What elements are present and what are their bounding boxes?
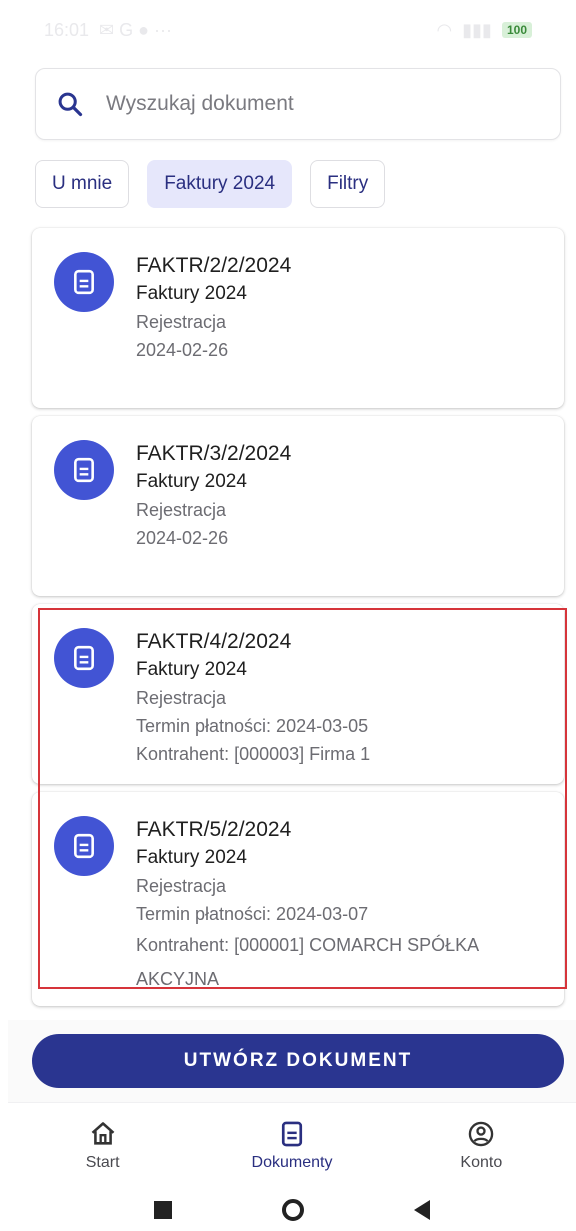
document-category: Faktury 2024 [136,659,247,680]
battery-icon: 100 [501,22,532,38]
nav-item-start[interactable]: Start [13,1120,193,1172]
document-icon [74,645,94,671]
document-avatar [54,628,114,688]
document-date: 2024-02-26 [136,528,229,548]
document-status: Rejestracja [136,312,227,332]
bottom-navigation: Start Dokumenty Konto [8,1102,576,1188]
document-category: Faktury 2024 [136,283,247,304]
document-category: Faktury 2024 [136,471,247,492]
document-number: FAKTR/5/2/2024 [136,818,292,841]
back-icon[interactable] [414,1199,430,1220]
chip-filtry[interactable]: Filtry [310,160,386,208]
chip-faktury-2024[interactable]: Faktury 2024 [147,160,293,208]
status-time: 16:01 [44,19,90,40]
document-icon [281,1121,303,1146]
search-input[interactable] [106,92,526,116]
account-icon [469,1121,494,1146]
document-status: Rejestracja [136,500,227,520]
recent-apps-icon[interactable] [154,1200,172,1219]
document-number: FAKTR/2/2/2024 [136,254,292,277]
document-card[interactable]: FAKTR/3/2/2024 Faktury 2024 Rejestracja … [32,416,564,596]
document-category: Faktury 2024 [136,847,247,868]
notification-icons: ✉ G ● ··· [99,19,172,40]
nav-label: Konto [460,1153,503,1171]
document-status: Rejestracja [136,876,227,896]
document-card[interactable]: FAKTR/5/2/2024 Faktury 2024 Rejestracja … [32,792,564,1006]
home-button-icon[interactable] [282,1198,304,1221]
nav-item-konto[interactable]: Konto [391,1120,571,1172]
home-icon [91,1121,115,1145]
document-date: 2024-02-26 [136,340,229,360]
search-bar[interactable] [35,68,561,140]
system-navigation [8,1188,576,1231]
document-status: Rejestracja [136,688,227,708]
document-icon [74,457,94,483]
nav-label: Dokumenty [251,1153,333,1171]
document-payment-due: Termin płatności: 2024-03-05 [136,716,369,736]
search-icon [58,92,83,117]
document-icon [74,833,94,859]
document-payment-due: Termin płatności: 2024-03-07 [136,904,369,924]
signal-icon: ▮▮▮ [462,19,492,40]
document-card[interactable]: FAKTR/4/2/2024 Faktury 2024 Rejestracja … [32,604,564,784]
document-contractor: Kontrahent: [000001] COMARCH SPÓŁKA AKCY… [136,935,479,989]
document-number: FAKTR/3/2/2024 [136,442,292,465]
document-avatar [54,816,114,876]
chip-u-mnie[interactable]: U mnie [35,160,130,208]
document-card[interactable]: FAKTR/2/2/2024 Faktury 2024 Rejestracja … [32,228,564,408]
nav-label: Start [85,1153,120,1171]
create-document-button[interactable]: UTWÓRZ DOKUMENT [32,1034,564,1088]
wifi-icon: ◠ [436,19,453,40]
document-contractor: Kontrahent: [000003] Firma 1 [136,744,371,764]
document-number: FAKTR/4/2/2024 [136,630,292,653]
document-avatar [54,252,114,312]
status-bar: 16:01 ✉ G ● ··· ◠ ▮▮▮ 100 [8,10,568,50]
document-icon [74,269,94,295]
document-avatar [54,440,114,500]
nav-item-dokumenty[interactable]: Dokumenty [202,1120,382,1172]
filter-chips: U mnie Faktury 2024 Filtry [35,160,386,208]
